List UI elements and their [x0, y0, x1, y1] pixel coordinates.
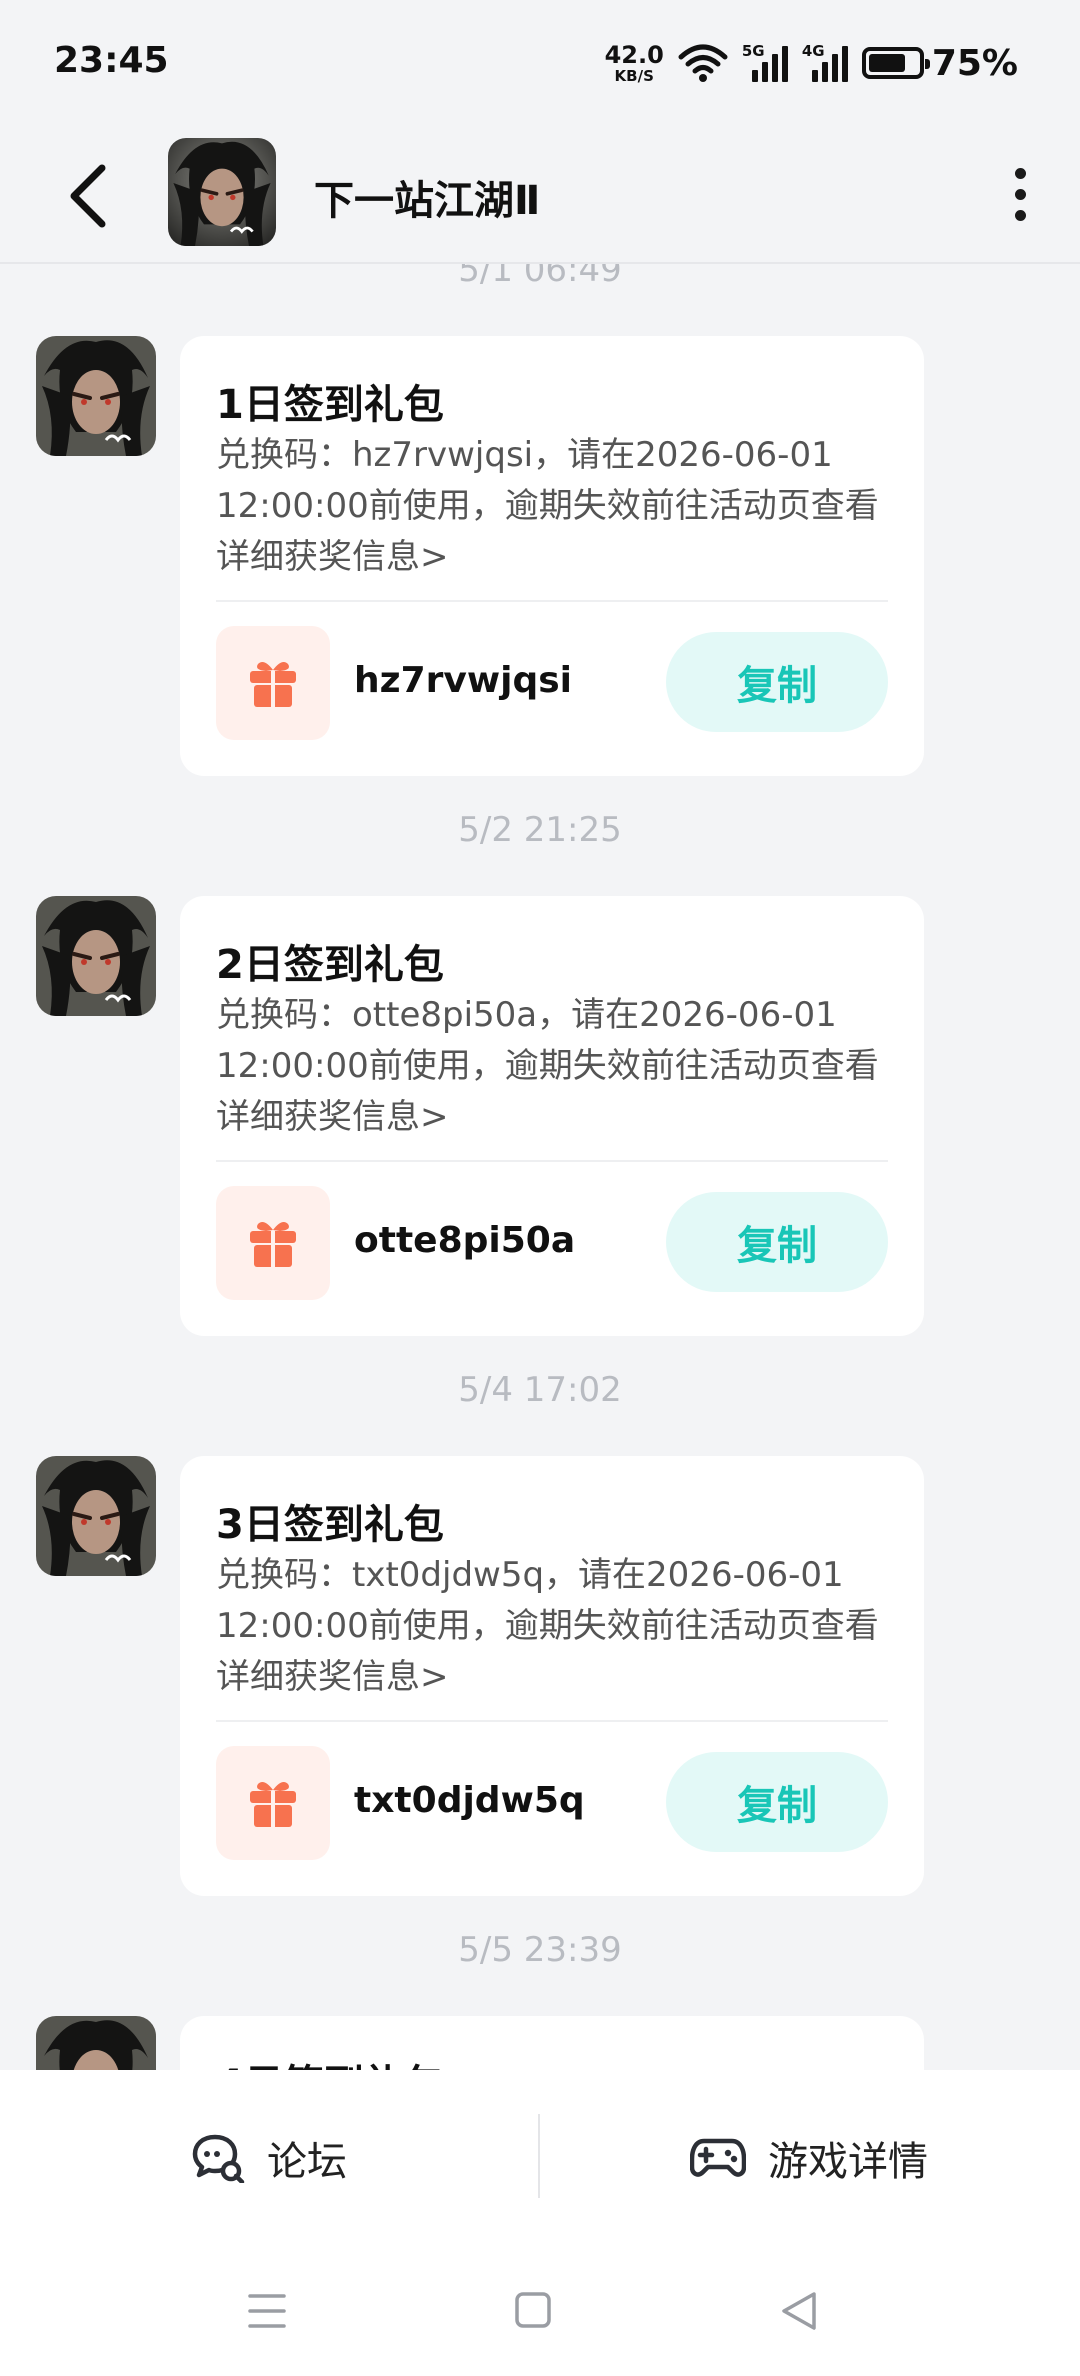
- gift-message-card: 2日签到礼包 兑换码：otte8pi50a，请在2026-06-01 12:00…: [180, 896, 924, 1336]
- forum-label: 论坛: [267, 2139, 347, 2185]
- gift-title: 2日签到礼包: [216, 942, 444, 988]
- chat-header: 下一站江湖Ⅱ: [0, 128, 1080, 264]
- gift-description[interactable]: 兑换码：hz7rvwjqsi，请在2026-06-01 12:00:00前使用，…: [216, 430, 896, 583]
- back-button[interactable]: [58, 158, 122, 234]
- network-speed: 42.0 KB/S: [605, 43, 664, 84]
- back-triangle-icon: [782, 2292, 816, 2330]
- gift-icon-box: [216, 1746, 330, 1860]
- message-timestamp: 5/5 23:39: [458, 1930, 622, 1970]
- card-divider: [216, 1160, 888, 1162]
- system-navigation-bar: [0, 2246, 1080, 2376]
- gift-icon-box: [216, 626, 330, 740]
- gift-icon-box: [216, 1186, 330, 1300]
- forum-chat-icon: [192, 2134, 245, 2183]
- status-bar: 23:45 42.0 KB/S 5G 4G 75%: [0, 0, 1080, 128]
- gift-message-card: 4日签到礼包: [180, 2016, 924, 2070]
- signal-4g-icon: 4G: [802, 42, 848, 82]
- gift-message-card: 1日签到礼包 兑换码：hz7rvwjqsi，请在2026-06-01 12:00…: [180, 336, 924, 776]
- more-options-button[interactable]: [1000, 162, 1040, 226]
- game-avatar[interactable]: [168, 138, 276, 246]
- menu-lines-icon: [248, 2294, 286, 2328]
- game-logo-icon: [36, 1456, 156, 1576]
- gift-icon: [250, 662, 296, 707]
- wifi-icon: [678, 44, 728, 82]
- card-divider: [216, 1720, 888, 1722]
- redeem-code: hz7rvwjqsi: [354, 660, 572, 701]
- gamepad-icon: [690, 2138, 746, 2177]
- gift-message-card: 3日签到礼包 兑换码：txt0djdw5q，请在2026-06-01 12:00…: [180, 1456, 924, 1896]
- game-logo-icon: [36, 2016, 156, 2070]
- more-vertical-icon: [1014, 167, 1026, 179]
- battery: 75%: [861, 42, 1018, 84]
- battery-percent: 75%: [931, 42, 1018, 84]
- forum-button[interactable]: 论坛: [0, 2070, 538, 2246]
- gift-title: 1日签到礼包: [216, 382, 444, 428]
- card-divider: [216, 600, 888, 602]
- chevron-left-icon: [70, 164, 106, 228]
- status-indicators: 42.0 KB/S 5G 4G 75%: [605, 36, 1018, 90]
- network-speed-unit: KB/S: [614, 66, 654, 85]
- gift-description[interactable]: 兑换码：txt0djdw5q，请在2026-06-01 12:00:00前使用，…: [216, 1550, 896, 1703]
- message-timestamp: 5/2 21:25: [458, 810, 622, 850]
- message-feed[interactable]: 5/1 06:49 1日签到礼包 兑换码：hz7rvwjqsi，请在2026-0…: [0, 264, 1080, 2070]
- game-details-button[interactable]: 游戏详情: [540, 2070, 1078, 2246]
- system-back-button[interactable]: [774, 2286, 824, 2336]
- sender-avatar[interactable]: [36, 336, 156, 456]
- sender-avatar[interactable]: [36, 1456, 156, 1576]
- gift-title: 3日签到礼包: [216, 1502, 444, 1548]
- game-logo-icon: [36, 336, 156, 456]
- gift-title: 4日签到礼包: [216, 2052, 444, 2070]
- copy-button[interactable]: 复制: [666, 1192, 888, 1292]
- page-title: 下一站江湖Ⅱ: [314, 178, 541, 224]
- status-time: 23:45: [54, 40, 169, 81]
- redeem-code: txt0djdw5q: [354, 1780, 585, 1821]
- message-timestamp: 5/4 17:02: [458, 1370, 622, 1410]
- bottom-action-bar: 论坛 游戏详情: [0, 2070, 1080, 2246]
- network-speed-value: 42.0: [604, 40, 664, 69]
- battery-icon: [861, 47, 930, 79]
- game-logo-icon: [36, 896, 156, 1016]
- copy-button[interactable]: 复制: [666, 632, 888, 732]
- signal-5g-icon: 5G: [742, 42, 788, 82]
- message-timestamp: 5/1 06:49: [458, 264, 622, 290]
- sender-avatar[interactable]: [36, 2016, 156, 2070]
- redeem-code: otte8pi50a: [354, 1220, 576, 1261]
- game-logo-icon: [168, 138, 276, 246]
- home-square-icon: [515, 2292, 551, 2328]
- gift-description[interactable]: 兑换码：otte8pi50a，请在2026-06-01 12:00:00前使用，…: [216, 990, 896, 1143]
- gift-icon: [250, 1222, 296, 1267]
- home-button[interactable]: [508, 2286, 558, 2336]
- gift-icon: [250, 1782, 296, 1827]
- copy-button[interactable]: 复制: [666, 1752, 888, 1852]
- sender-avatar[interactable]: [36, 896, 156, 1016]
- recents-button[interactable]: [242, 2286, 292, 2336]
- game-details-label: 游戏详情: [768, 2139, 928, 2185]
